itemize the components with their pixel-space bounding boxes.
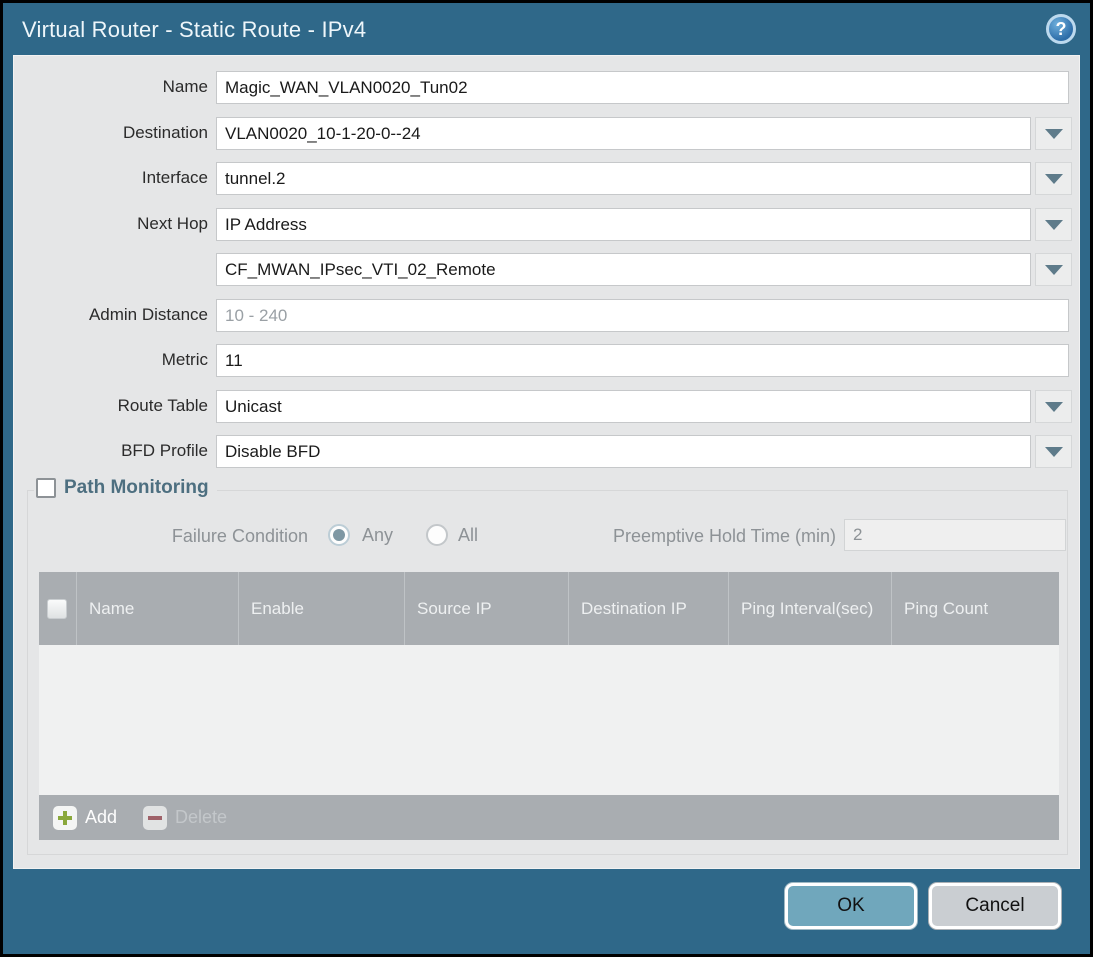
form-row-route-table: Route Table (14, 390, 1079, 424)
dialog-title: Virtual Router - Static Route - IPv4 (22, 17, 366, 43)
form-row-bfd-profile: BFD Profile (14, 435, 1079, 469)
bfd-profile-dropdown-button[interactable] (1035, 435, 1072, 468)
failure-condition-row: Failure Condition Any All Preemptive Hol… (28, 519, 1067, 553)
form-row-interface: Interface (14, 162, 1079, 196)
next-hop-type-input[interactable] (216, 208, 1031, 241)
preemptive-hold-time-input[interactable] (844, 519, 1066, 551)
metric-input[interactable] (216, 344, 1069, 377)
chevron-down-icon (1045, 265, 1063, 275)
column-header-enable[interactable]: Enable (239, 572, 405, 645)
failure-condition-all-radio[interactable] (426, 524, 448, 546)
chevron-down-icon (1045, 174, 1063, 184)
route-table-dropdown-button[interactable] (1035, 390, 1072, 423)
table-header-row: Name Enable Source IP Destination IP Pin… (39, 572, 1059, 645)
destination-dropdown-button[interactable] (1035, 117, 1072, 150)
form-row-next-hop-address (14, 253, 1079, 287)
select-all-checkbox[interactable] (47, 599, 67, 619)
column-header-name[interactable]: Name (77, 572, 239, 645)
failure-condition-label: Failure Condition (28, 526, 308, 547)
delete-button[interactable]: Delete (143, 806, 227, 830)
chevron-down-icon (1045, 220, 1063, 230)
name-input[interactable] (216, 71, 1069, 104)
bfd-profile-label: BFD Profile (14, 441, 208, 461)
interface-dropdown-button[interactable] (1035, 162, 1072, 195)
add-button-label: Add (85, 807, 117, 828)
delete-button-label: Delete (175, 807, 227, 828)
next-hop-address-input[interactable] (216, 253, 1031, 286)
next-hop-address-dropdown-button[interactable] (1035, 253, 1072, 286)
form-row-next-hop-type: Next Hop (14, 208, 1079, 242)
minus-icon (143, 806, 167, 830)
chevron-down-icon (1045, 447, 1063, 457)
column-header-source-ip[interactable]: Source IP (405, 572, 569, 645)
add-button[interactable]: Add (53, 806, 117, 830)
path-monitoring-table: Name Enable Source IP Destination IP Pin… (39, 572, 1059, 840)
form-row-metric: Metric (14, 344, 1079, 378)
destination-label: Destination (14, 123, 208, 143)
bfd-profile-input[interactable] (216, 435, 1031, 468)
dialog-titlebar: Virtual Router - Static Route - IPv4 ? (3, 3, 1090, 55)
form-row-destination: Destination (14, 117, 1079, 151)
plus-icon (53, 806, 77, 830)
next-hop-label: Next Hop (14, 214, 208, 234)
next-hop-type-dropdown-button[interactable] (1035, 208, 1072, 241)
route-table-label: Route Table (14, 396, 208, 416)
interface-label: Interface (14, 168, 208, 188)
admin-distance-input[interactable] (216, 299, 1069, 332)
help-icon[interactable]: ? (1046, 14, 1076, 44)
failure-condition-any-radio[interactable] (328, 524, 350, 546)
column-header-destination-ip[interactable]: Destination IP (569, 572, 729, 645)
failure-condition-any-label: Any (362, 525, 393, 546)
interface-input[interactable] (216, 162, 1031, 195)
table-body-empty (39, 645, 1059, 795)
column-header-ping-interval[interactable]: Ping Interval(sec) (729, 572, 892, 645)
cancel-button[interactable]: Cancel (929, 883, 1061, 929)
route-table-input[interactable] (216, 390, 1031, 423)
dialog-window: Virtual Router - Static Route - IPv4 ? N… (3, 3, 1090, 954)
column-header-ping-count[interactable]: Ping Count (892, 572, 1059, 645)
destination-input[interactable] (216, 117, 1031, 150)
table-toolbar: Add Delete (39, 795, 1059, 840)
metric-label: Metric (14, 350, 208, 370)
chevron-down-icon (1045, 129, 1063, 139)
path-monitoring-title: Path Monitoring (64, 477, 209, 499)
path-monitoring-section: Path Monitoring Failure Condition Any Al… (27, 490, 1068, 855)
chevron-down-icon (1045, 402, 1063, 412)
form-row-name: Name (14, 71, 1079, 105)
table-select-all-header (39, 572, 77, 645)
path-monitoring-checkbox[interactable] (36, 478, 56, 498)
preemptive-hold-time-label: Preemptive Hold Time (min) (568, 526, 836, 547)
form-row-admin-distance: Admin Distance (14, 299, 1079, 333)
ok-button[interactable]: OK (785, 883, 917, 929)
name-label: Name (14, 77, 208, 97)
dialog-content: Name Destination Interface Next Hop (13, 55, 1080, 869)
path-monitoring-legend: Path Monitoring (34, 477, 217, 499)
failure-condition-all-label: All (458, 525, 478, 546)
admin-distance-label: Admin Distance (14, 305, 208, 325)
